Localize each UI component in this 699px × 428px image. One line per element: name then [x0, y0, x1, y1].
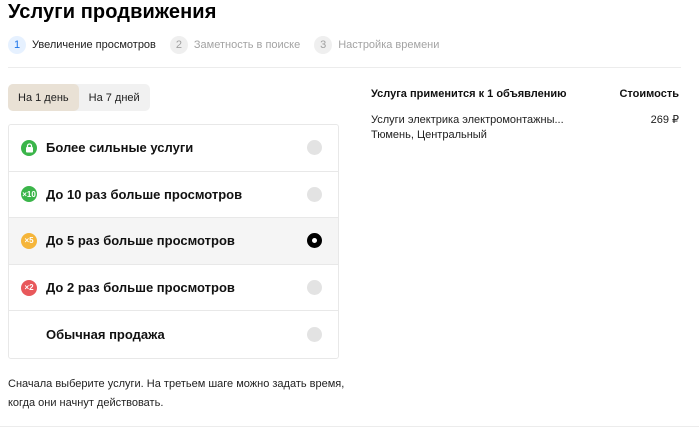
option-radio[interactable]: [307, 280, 322, 296]
step-3-number: 3: [314, 36, 333, 54]
option-label: До 2 раз больше просмотров: [46, 280, 235, 296]
item-price: 269 ₽: [650, 114, 679, 126]
stepper: 1 Увеличение просмотров 2 Заметность в п…: [8, 35, 453, 55]
option-radio-selected[interactable]: [307, 233, 322, 249]
option-label: Обычная продажа: [46, 327, 165, 343]
footer-divider: [0, 426, 699, 427]
cost-header: Стоимость: [619, 88, 679, 100]
period-toggle: На 1 день На 7 дней: [8, 84, 150, 111]
option-radio[interactable]: [307, 186, 322, 202]
option-stronger-services[interactable]: Более сильные услуги: [9, 125, 338, 172]
page-title: Услуги продвижения: [8, 1, 217, 23]
item-location: Тюмень, Центральный: [371, 129, 487, 141]
item-name: Услуги электрика электромонтажны...: [371, 114, 564, 126]
option-x5-views[interactable]: ×5 До 5 раз больше просмотров: [9, 218, 338, 265]
period-day-button[interactable]: На 1 день: [8, 84, 79, 111]
lock-icon: [21, 139, 37, 156]
option-radio[interactable]: [307, 327, 322, 343]
header-divider: [8, 67, 681, 68]
summary-item-info: Услуги электрика электромонтажны... Тюме…: [371, 113, 564, 143]
step-3-label: Настройка времени: [338, 39, 440, 51]
step-1[interactable]: 1 Увеличение просмотров: [8, 36, 156, 54]
step-2-label: Заметность в поиске: [193, 39, 301, 51]
option-label: До 10 раз больше просмотров: [46, 186, 243, 202]
option-x2-views[interactable]: ×2 До 2 раз больше просмотров: [9, 265, 338, 312]
option-regular-sale[interactable]: Обычная продажа: [9, 311, 338, 358]
period-week-button[interactable]: На 7 дней: [79, 84, 150, 111]
summary-title: Услуга применится к 1 объявлению: [371, 88, 567, 100]
step-3[interactable]: 3 Настройка времени: [314, 36, 439, 54]
option-icon-placeholder: [21, 327, 37, 343]
hint-text: Сначала выберите услуги. На третьем шаге…: [8, 378, 345, 409]
step-2-number: 2: [169, 36, 188, 54]
summary-header: Услуга применится к 1 объявлению Стоимос…: [371, 88, 679, 106]
summary-panel: Услуга применится к 1 объявлению Стоимос…: [371, 88, 679, 143]
x2-badge-icon: ×2: [21, 279, 37, 296]
x10-badge-icon: ×10: [21, 186, 37, 203]
summary-item-row: Услуги электрика электромонтажны... Тюме…: [371, 113, 679, 143]
option-label: До 5 раз больше просмотров: [46, 233, 235, 249]
option-label: Более сильные услуги: [46, 140, 194, 156]
option-radio[interactable]: [307, 140, 322, 156]
x5-badge-icon: ×5: [21, 232, 37, 249]
option-x10-views[interactable]: ×10 До 10 раз больше просмотров: [9, 172, 338, 219]
step-2[interactable]: 2 Заметность в поиске: [169, 36, 301, 54]
step-1-label: Увеличение просмотров: [32, 39, 156, 51]
promotion-options-list: Более сильные услуги ×10 До 10 раз больш…: [8, 124, 339, 359]
step-1-number: 1: [8, 36, 26, 54]
